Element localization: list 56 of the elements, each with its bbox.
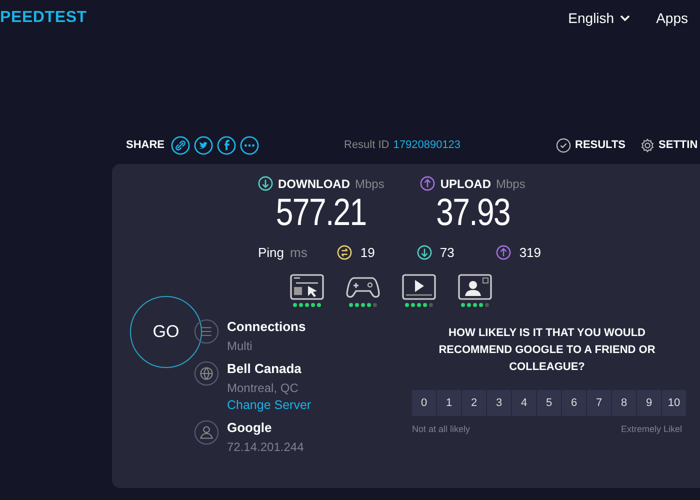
info-detail: Multi: [227, 339, 254, 353]
go-button[interactable]: GO: [130, 296, 202, 368]
gamepad-icon: [346, 274, 380, 300]
rating-option[interactable]: 7: [587, 390, 611, 416]
rating-option[interactable]: 3: [487, 390, 511, 416]
ping-label: Ping: [258, 245, 284, 260]
check-icon: [556, 138, 571, 152]
rating-option[interactable]: 9: [637, 390, 661, 416]
info-title: Google: [227, 420, 273, 436]
idle-icon: [337, 245, 352, 260]
result-id-label: Result ID: [344, 139, 390, 151]
link-icon[interactable]: [170, 136, 190, 154]
result-id-link[interactable]: 17920890123: [393, 139, 461, 151]
speed-value: 37.93: [436, 191, 510, 235]
ping-value: 319: [519, 245, 542, 260]
results-button[interactable]: RESULTS: [556, 138, 626, 152]
facebook-icon[interactable]: [216, 136, 236, 154]
info-detail: Montreal, QC: [227, 381, 300, 395]
settings-button[interactable]: SETTIN: [640, 138, 698, 152]
chevron-icon: [620, 14, 630, 22]
rating-option[interactable]: 5: [537, 390, 561, 416]
high-label: Extremely Likel: [620, 424, 682, 434]
share-label: SHARE: [126, 139, 165, 151]
rating-option[interactable]: 8: [612, 390, 636, 416]
video-call-icon: [458, 274, 492, 300]
survey-question: HOW LIKELY IS IT THAT YOU WOULD RECOMMEND GOOGLE TO A FRIEND OR COLLEAGUE?: [438, 326, 656, 375]
settings-icon: [640, 138, 655, 152]
low-label: Not at all likely: [412, 424, 470, 434]
metric-label: UPLOAD: [440, 176, 492, 190]
bird-icon[interactable]: [194, 136, 213, 154]
info-detail: 72.14.201.244: [227, 440, 304, 454]
video-player-icon: [402, 274, 436, 300]
globe-icon: [194, 361, 219, 386]
rating-option[interactable]: 4: [512, 390, 536, 416]
user-icon: [194, 420, 219, 445]
rating-option[interactable]: 1: [437, 390, 461, 416]
more-icon[interactable]: [240, 136, 259, 154]
info-title: Bell Canada: [227, 361, 302, 377]
rating-option[interactable]: 0: [412, 390, 436, 416]
rating-option[interactable]: 6: [562, 390, 586, 416]
logo[interactable]: PEEDTEST: [0, 9, 87, 27]
rating-option[interactable]: 10: [662, 390, 686, 416]
apps-link[interactable]: Apps: [656, 10, 688, 26]
metric-label: DOWNLOAD: [278, 176, 350, 190]
metric-unit: Mbps: [355, 176, 384, 190]
speed-value: 577.21: [276, 191, 366, 235]
ping-unit: ms: [290, 245, 308, 260]
info-title: Connections: [227, 319, 306, 335]
ping-value: 19: [360, 245, 375, 260]
rating-option[interactable]: 2: [462, 390, 486, 416]
metric-unit: Mbps: [496, 176, 526, 190]
ping-value: 73: [440, 245, 454, 260]
language-menu[interactable]: English: [568, 10, 630, 26]
browser-icon: [290, 274, 324, 300]
change-server-link[interactable]: Change Server: [227, 398, 312, 412]
connections-icon: [194, 319, 219, 344]
